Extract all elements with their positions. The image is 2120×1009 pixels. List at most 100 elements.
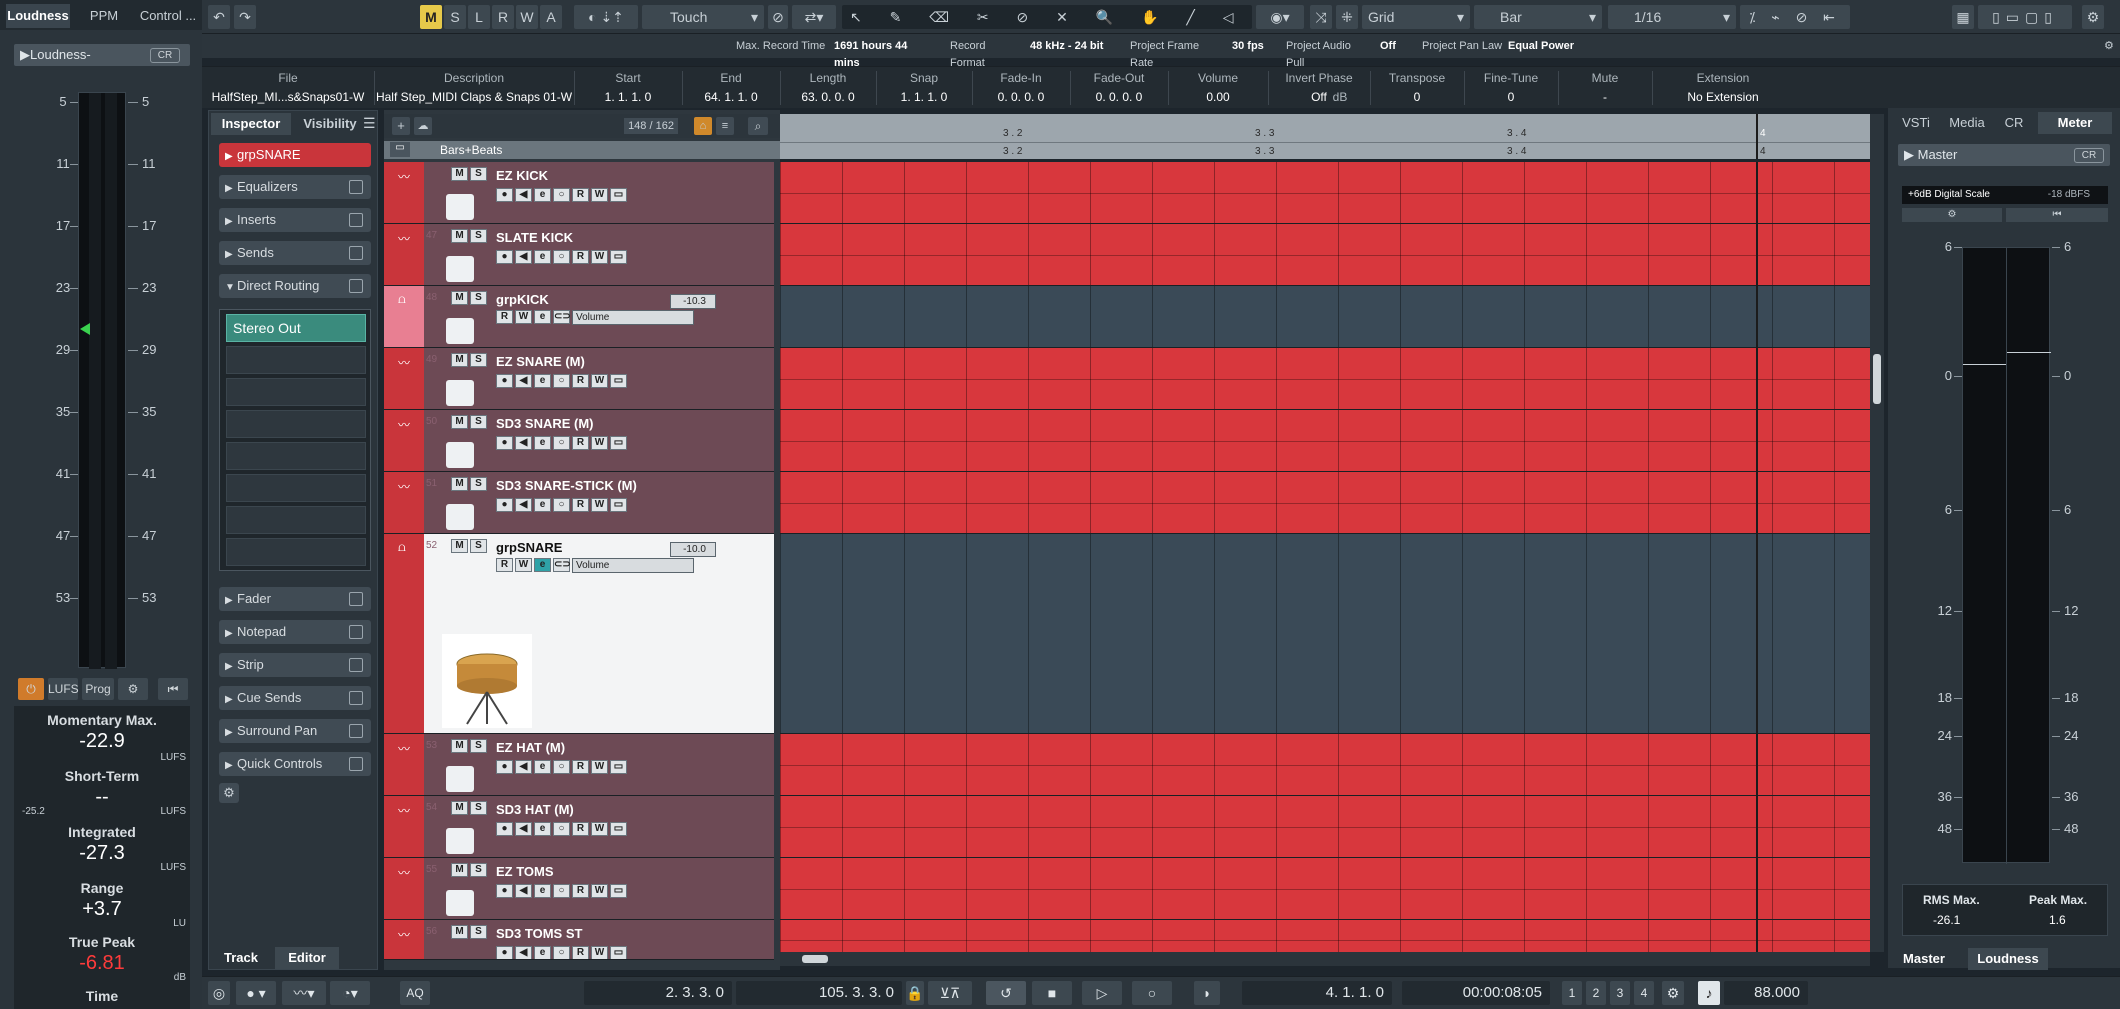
solo-button[interactable]: S xyxy=(470,539,487,553)
infoline-value[interactable]: 64. 1. 1. 0 xyxy=(682,90,780,104)
prog-button[interactable]: Prog xyxy=(82,678,114,700)
tab-media[interactable]: Media xyxy=(1942,112,1992,134)
vertical-scrollbar[interactable] xyxy=(1870,114,1884,952)
automation-edit-button[interactable]: e xyxy=(534,558,551,572)
read-button[interactable]: R xyxy=(572,250,589,264)
automation-write-button[interactable]: W xyxy=(515,558,532,572)
track-row[interactable]: 〰 50 SD3 SNARE (M) M S ● ◀ e ○ R W ▭ xyxy=(384,410,774,472)
arrange-lane[interactable] xyxy=(780,410,1870,472)
solo-button[interactable]: S xyxy=(470,925,487,939)
track-name[interactable]: SD3 HAT (M) xyxy=(496,802,574,817)
monitor-button[interactable]: ◀ xyxy=(515,374,532,388)
mode-button-write[interactable]: W xyxy=(516,5,538,29)
mute-button[interactable]: M xyxy=(451,739,468,753)
solo-button[interactable]: S xyxy=(470,801,487,815)
scrollbar-thumb[interactable] xyxy=(1873,354,1881,404)
routing-slot[interactable] xyxy=(226,378,366,406)
lane-button[interactable]: ○ xyxy=(553,822,570,836)
cycle-mode-icon[interactable]: ◔▾ xyxy=(330,981,370,1005)
write-button[interactable]: W xyxy=(591,250,608,264)
arrange-area[interactable] xyxy=(780,162,1870,952)
folder-button[interactable]: ▭ xyxy=(610,946,627,959)
read-button[interactable]: R xyxy=(572,760,589,774)
edit-button[interactable]: e xyxy=(534,498,551,512)
read-button[interactable]: R xyxy=(572,436,589,450)
power-icon[interactable]: ⏻ xyxy=(18,678,44,700)
routing-slot[interactable] xyxy=(226,506,366,534)
inspector-section-strip[interactable]: ▶ Strip xyxy=(219,653,371,677)
lane-button[interactable]: ○ xyxy=(553,436,570,450)
automation-write-button[interactable]: W xyxy=(515,310,532,324)
timecode-field[interactable]: 00:00:08:05 xyxy=(1402,981,1550,1005)
monitor-button[interactable]: ◀ xyxy=(515,250,532,264)
inspector-section-notepad[interactable]: ▶ Notepad xyxy=(219,620,371,644)
automation-panel-icon[interactable]: ⊘ xyxy=(768,5,788,29)
solo-button[interactable]: S xyxy=(470,415,487,429)
mute-button[interactable]: M xyxy=(451,353,468,367)
record-mode-icon[interactable]: ● ▾ xyxy=(236,981,276,1005)
project-cursor[interactable] xyxy=(1756,162,1758,952)
automation-link-button[interactable]: ⊂⊃ xyxy=(553,558,571,572)
inspector-menu-icon[interactable]: ☰ xyxy=(363,115,376,132)
track-name[interactable]: SD3 SNARE (M) xyxy=(496,416,594,431)
mode-button-auto[interactable]: A xyxy=(540,5,562,29)
color-picker-icon[interactable]: ◉▾ xyxy=(1256,5,1304,29)
mute-button[interactable]: M xyxy=(451,415,468,429)
record-button[interactable]: ● xyxy=(496,436,513,450)
folder-button[interactable]: ▭ xyxy=(610,822,627,836)
automation-edit-button[interactable]: e xyxy=(534,310,551,324)
folder-button[interactable]: ▭ xyxy=(610,498,627,512)
track-name[interactable]: EZ HAT (M) xyxy=(496,740,565,755)
infoline-value[interactable]: 1. 1. 1. 0 xyxy=(574,90,682,104)
infoline-value[interactable]: 1. 1. 1. 0 xyxy=(876,90,972,104)
tab-meter[interactable]: Meter xyxy=(2038,112,2112,134)
search-icon[interactable]: ⌕ xyxy=(748,117,768,135)
frame-rate-label[interactable]: Project Frame Rate xyxy=(1130,38,1222,69)
arrange-lane[interactable] xyxy=(780,472,1870,534)
marker-gear-icon[interactable]: ⚙ xyxy=(1662,981,1684,1005)
arrange-lane[interactable] xyxy=(780,858,1870,920)
arrange-lane[interactable] xyxy=(780,734,1870,796)
meter-reset-icon[interactable]: ⏮ xyxy=(2006,208,2108,222)
mute-button[interactable]: M xyxy=(451,229,468,243)
mute-button[interactable]: M xyxy=(451,925,468,939)
h-scrollbar-thumb[interactable] xyxy=(802,955,828,963)
lane-button[interactable]: ○ xyxy=(553,188,570,202)
write-button[interactable]: W xyxy=(591,374,608,388)
routing-slot[interactable]: Stereo Out xyxy=(226,314,366,342)
track-volume-value[interactable]: -10.3 xyxy=(670,294,716,309)
infoline-value[interactable]: HalfStep_MI...s&Snaps01-W xyxy=(202,90,374,104)
meter-settings-gear-icon[interactable]: ⚙ xyxy=(1902,208,2002,222)
quick-controls-icon[interactable] xyxy=(349,757,363,771)
position-field[interactable]: 4. 1. 1. 0 xyxy=(1242,981,1392,1005)
automation-param-select[interactable]: Volume xyxy=(572,558,694,573)
track-name[interactable]: SD3 SNARE-STICK (M) xyxy=(496,478,637,493)
tab-inspector[interactable]: Inspector xyxy=(211,113,291,135)
routing-slot[interactable] xyxy=(226,538,366,566)
mode-button-solo[interactable]: S xyxy=(444,5,466,29)
status-line-menu-icon[interactable]: ⚙ xyxy=(2104,38,2118,55)
marker-button-1[interactable]: 1 xyxy=(1562,981,1582,1005)
autoscroll-icon[interactable]: ⇄▾ xyxy=(792,5,836,29)
read-button[interactable]: R xyxy=(572,822,589,836)
monitor-button[interactable]: ◀ xyxy=(515,884,532,898)
edit-button[interactable]: e xyxy=(534,250,551,264)
mode-button-read[interactable]: R xyxy=(492,5,514,29)
meter-scale-display[interactable]: +6dB Digital Scale -18 dBFS xyxy=(1902,186,2108,204)
frame-rate-value[interactable]: 30 fps xyxy=(1232,38,1272,55)
automation-mode-select[interactable]: Touch ▾ xyxy=(642,5,764,29)
track-volume-value[interactable]: -10.0 xyxy=(670,542,716,557)
read-button[interactable]: R xyxy=(572,374,589,388)
inspector-section-sends[interactable]: ▶ Sends xyxy=(219,241,371,265)
folder-button[interactable]: ▭ xyxy=(610,884,627,898)
track-name[interactable]: SD3 TOMS ST xyxy=(496,926,582,941)
arrange-lane[interactable] xyxy=(780,224,1870,286)
read-button[interactable]: R xyxy=(572,884,589,898)
track-row[interactable]: 〰 51 SD3 SNARE-STICK (M) M S ● ◀ e ○ R W ▭ xyxy=(384,472,774,534)
edit-button[interactable]: e xyxy=(534,188,551,202)
automation-param-select[interactable]: Volume xyxy=(572,310,694,325)
settings-gear-icon[interactable]: ⚙ xyxy=(118,678,148,700)
track-row[interactable]: 〰 53 EZ HAT (M) M S ● ◀ e ○ R W ▭ xyxy=(384,734,774,796)
routing-slot[interactable] xyxy=(226,474,366,502)
track-row[interactable]: 〰 47 SLATE KICK M S ● ◀ e ○ R W ▭ xyxy=(384,224,774,286)
